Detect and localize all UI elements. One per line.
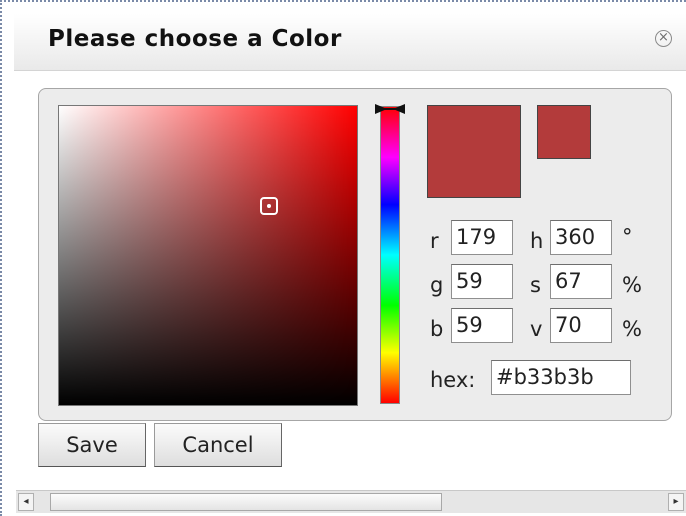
h-label: h [530,229,544,253]
hue-slider-handle-icon[interactable] [374,103,406,115]
hex-label: hex: [430,368,476,392]
arrow-right-icon[interactable]: ▸ [668,493,684,511]
original-color-swatch[interactable] [537,105,591,159]
green-input[interactable]: 59 [451,264,513,299]
degree-unit: ° [622,225,633,249]
s-label: s [530,273,541,297]
dialog-titlebar: Please choose a Color [14,14,686,71]
v-label: v [530,317,543,341]
saturation-input[interactable]: 67 [550,264,612,299]
value-unit: % [622,317,642,341]
blue-input[interactable]: 59 [451,308,513,343]
hue-slider[interactable] [380,106,400,404]
hex-input[interactable]: #b33b3b [491,360,631,395]
color-picker-dialog: Please choose a Color × r 179 g 59 b 59 … [0,0,686,516]
hue-input[interactable]: 360 [550,220,612,255]
arrow-left-icon[interactable]: ◂ [18,493,34,511]
save-button[interactable]: Save [38,423,146,467]
r-label: r [430,229,439,253]
scrollbar-thumb[interactable] [50,493,442,511]
color-selector-cursor[interactable] [260,197,278,215]
horizontal-scrollbar[interactable]: ◂ ▸ [16,490,686,513]
value-gradient [59,106,357,405]
close-icon[interactable]: × [655,30,672,47]
value-input[interactable]: 70 [550,308,612,343]
b-label: b [430,317,444,341]
current-color-swatch [427,105,521,198]
g-label: g [430,273,444,297]
cancel-button[interactable]: Cancel [154,423,282,467]
red-input[interactable]: 179 [451,220,513,255]
dialog-title: Please choose a Color [48,26,342,52]
saturation-unit: % [622,273,642,297]
saturation-value-area[interactable] [58,105,358,406]
